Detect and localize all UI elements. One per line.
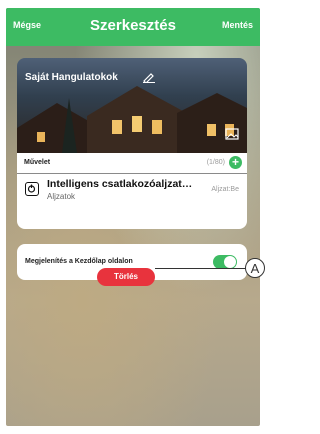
actions-count: (1/80) — [206, 159, 225, 166]
homepage-toggle-label: Megjelenítés a Kezdőlap oldalon — [25, 258, 133, 265]
device-state: Aljzat:Be — [211, 186, 239, 193]
callout-marker: A — [245, 258, 265, 278]
edit-pencil-icon[interactable] — [142, 70, 156, 88]
phone-screen: Mégse Szerkesztés Mentés Saját Hangulato… — [6, 8, 260, 426]
callout-line — [155, 268, 251, 269]
actions-card: Művelet (1/80) + Intelligens csatlakozóa… — [17, 153, 247, 229]
add-action-button[interactable]: + — [229, 156, 242, 169]
save-button[interactable]: Mentés — [222, 20, 253, 30]
homepage-toggle-switch[interactable] — [213, 255, 237, 269]
action-list-item[interactable]: Intelligens csatlakozóaljzat… Aljzatok A… — [17, 175, 247, 205]
device-category: Aljzatok — [47, 192, 76, 201]
top-bar: Mégse Szerkesztés Mentés — [6, 8, 260, 46]
actions-header: Művelet (1/80) + — [17, 153, 247, 174]
device-name: Intelligens csatlakozóaljzat… — [47, 178, 193, 190]
change-image-icon[interactable] — [225, 127, 239, 145]
power-socket-icon — [25, 182, 39, 196]
toggle-knob — [224, 256, 236, 268]
scene-name: Saját Hangulatokok — [25, 72, 118, 83]
scene-cover-image: Saját Hangulatokok — [17, 58, 247, 153]
actions-label: Művelet — [24, 159, 51, 166]
delete-button[interactable]: Törlés — [97, 268, 155, 286]
